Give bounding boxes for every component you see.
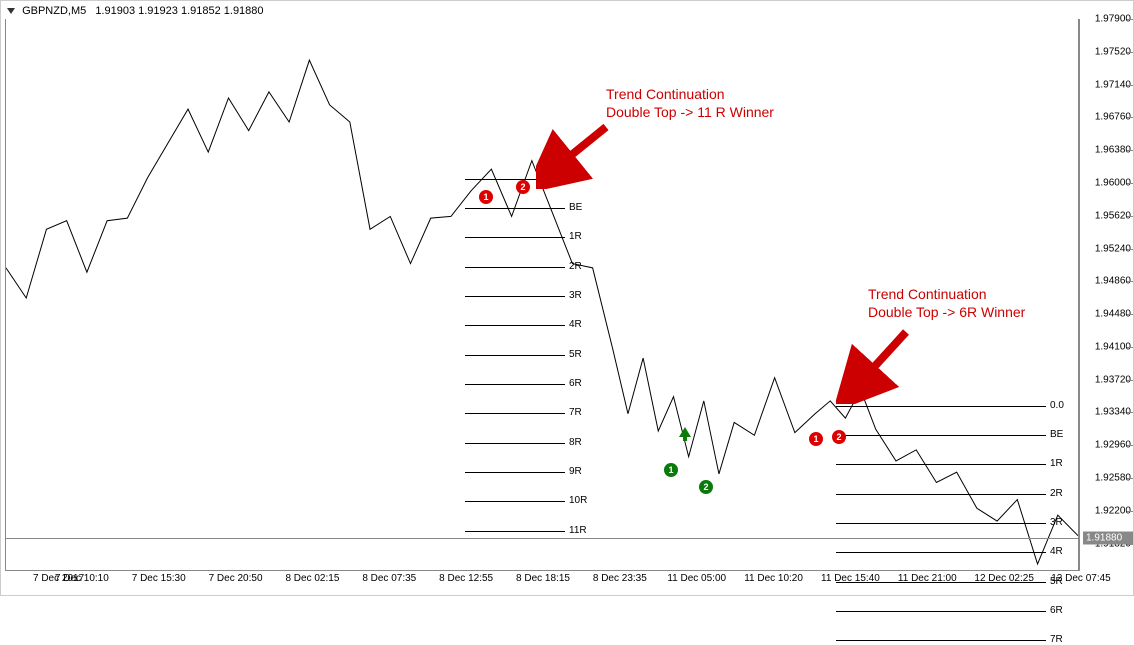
marker-green-2: 2 [699,480,713,494]
y-tick: 1.96760 [1095,112,1131,123]
current-price-line [6,538,1078,539]
r-level-line [836,406,1046,407]
arrow-1-icon [536,119,616,189]
y-tick: 1.97520 [1095,46,1131,57]
r-level-label: 4R [569,319,582,330]
y-tick: 1.93720 [1095,374,1131,385]
x-tick: 11 Dec 21:00 [898,573,957,584]
y-tick: 1.96000 [1095,177,1131,188]
r-level-line [836,640,1046,641]
marker-red-2: 2 [516,180,530,194]
x-tick: 8 Dec 18:15 [516,573,570,584]
annotation-2-l2: Double Top -> 6R Winner [868,303,1025,321]
r-level-label: 3R [1050,517,1063,528]
r-level-line [465,267,565,268]
price-tag: 1.91880 [1083,532,1133,545]
y-tick: 1.96380 [1095,145,1131,156]
r-level-line [465,237,565,238]
y-tick: 1.94860 [1095,276,1131,287]
marker-green-1: 1 [664,463,678,477]
marker-red-1: 1 [479,190,493,204]
r-level-label: 1R [569,231,582,242]
y-tick: 1.97900 [1095,14,1131,25]
annotation-2-l1: Trend Continuation [868,285,1025,303]
r-level-line [465,325,565,326]
x-tick: 8 Dec 23:35 [593,573,647,584]
r-level-line [465,208,565,209]
ohlc-values: 1.91903 1.91923 1.91852 1.91880 [95,5,263,17]
r-level-label: 0.0 [1050,400,1064,411]
r-level-label: BE [569,202,582,213]
r-level-line [465,443,565,444]
annotation-1: Trend Continuation Double Top -> 11 R Wi… [606,85,774,121]
r-level-line [465,531,565,532]
y-tick: 1.94100 [1095,341,1131,352]
y-tick: 1.93340 [1095,407,1131,418]
marker-red-1: 1 [809,432,823,446]
chart-area[interactable]: 0.0BE1R2R3R4R5R6R7R8R9R10R11R 0.0BE1R2R3… [5,19,1079,571]
annotation-1-l1: Trend Continuation [606,85,774,103]
y-tick: 1.95620 [1095,210,1131,221]
r-level-line [465,296,565,297]
r-level-label: 2R [1050,488,1063,499]
r-level-label: 1R [1050,458,1063,469]
x-axis: 7 Dec 20177 Dec 10:107 Dec 15:307 Dec 20… [5,573,1079,591]
arrow-2-icon [836,324,916,404]
y-tick: 1.95240 [1095,243,1131,254]
x-tick: 8 Dec 02:15 [285,573,339,584]
r-level-line [465,413,565,414]
r-level-label: 4R [1050,546,1063,557]
y-tick: 1.92960 [1095,440,1131,451]
r-level-line [836,611,1046,612]
y-tick: 1.94480 [1095,309,1131,320]
annotation-2: Trend Continuation Double Top -> 6R Winn… [868,285,1025,321]
r-level-line [465,472,565,473]
x-tick: 12 Dec 07:45 [1051,573,1111,584]
r-level-label: 9R [569,466,582,477]
r-level-label: BE [1050,429,1063,440]
r-level-line [836,464,1046,465]
marker-red-2: 2 [832,430,846,444]
r-level-line [836,552,1046,553]
r-level-label: 6R [569,378,582,389]
x-tick: 11 Dec 10:20 [744,573,803,584]
r-level-line [836,523,1046,524]
r-level-label: 6R [1050,605,1063,616]
x-tick: 8 Dec 12:55 [439,573,493,584]
r-level-line [836,435,1046,436]
x-tick: 11 Dec 05:00 [667,573,726,584]
r-level-label: 7R [1050,634,1063,645]
r-level-line [836,494,1046,495]
y-tick: 1.92200 [1095,505,1131,516]
r-level-label: 8R [569,437,582,448]
r-level-label: 7R [569,407,582,418]
r-level-label: 2R [569,261,582,272]
dropdown-icon[interactable] [7,8,15,14]
r-level-line [465,384,565,385]
r-level-line [465,501,565,502]
entry-arrow-icon [679,427,691,441]
chart-header: GBPNZD,M5 1.91903 1.91923 1.91852 1.9188… [7,5,264,17]
x-tick: 11 Dec 15:40 [821,573,880,584]
x-tick: 8 Dec 07:35 [362,573,416,584]
x-tick: 12 Dec 02:25 [974,573,1034,584]
annotation-1-l2: Double Top -> 11 R Winner [606,103,774,121]
y-tick: 1.92580 [1095,473,1131,484]
r-level-label: 11R [569,525,587,536]
x-tick: 7 Dec 10:10 [55,573,109,584]
r-level-label: 3R [569,290,582,301]
r-level-label: 5R [569,349,582,360]
symbol-label: GBPNZD,M5 [22,5,86,17]
y-tick: 1.97140 [1095,79,1131,90]
x-tick: 7 Dec 15:30 [132,573,186,584]
x-tick: 7 Dec 20:50 [209,573,263,584]
r-level-label: 10R [569,495,587,506]
y-axis: 1.979001.975201.971401.967601.963801.960… [1079,19,1133,571]
r-level-line [465,355,565,356]
